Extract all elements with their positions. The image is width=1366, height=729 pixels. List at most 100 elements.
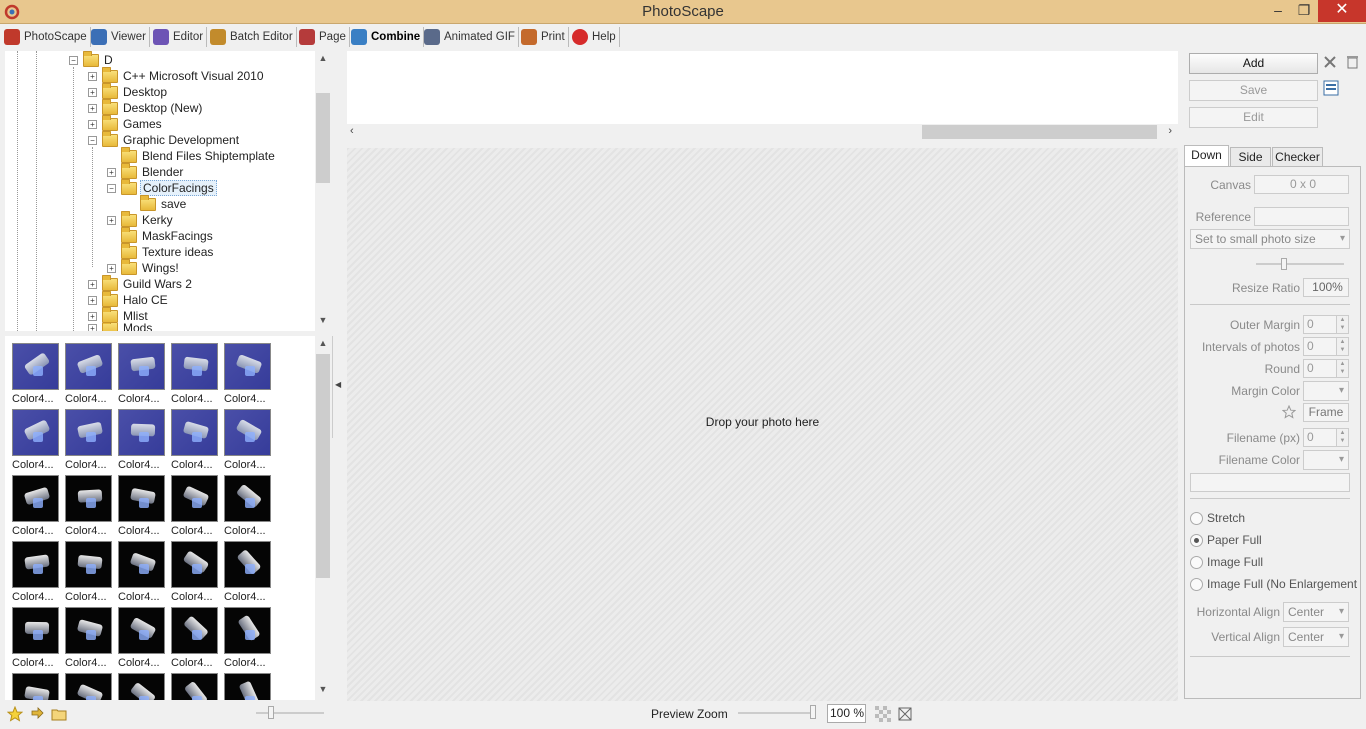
radio-image-full-no-enlargement[interactable]: Image Full (No Enlargement <box>1190 577 1362 591</box>
tab-editor[interactable]: Editor <box>153 27 208 47</box>
thumbnail-item[interactable]: Color4... <box>171 409 221 471</box>
radio-stretch[interactable]: Stretch <box>1190 511 1245 525</box>
thumbnail-item[interactable] <box>171 673 221 700</box>
collapse-toggle[interactable]: − <box>69 55 78 65</box>
intervals-field[interactable]: 0 <box>1303 337 1337 356</box>
thumbnail-item[interactable]: Color4... <box>12 475 62 537</box>
tree-item[interactable]: + C++ Microsoft Visual 2010 <box>88 66 266 84</box>
tree-item[interactable]: + Guild Wars 2 <box>88 274 194 292</box>
tab-combine[interactable]: Combine <box>351 27 425 47</box>
photo-strip[interactable] <box>347 51 1178 124</box>
tree-item[interactable]: + Desktop (New) <box>88 98 204 116</box>
tree-item-selected[interactable]: − ColorFacings <box>107 178 217 196</box>
radio-dot[interactable] <box>1190 555 1203 569</box>
radio-image-full[interactable]: Image Full <box>1190 555 1263 569</box>
photo-drop-area[interactable]: Drop your photo here <box>347 148 1178 701</box>
resize-slider-thumb[interactable] <box>1281 258 1287 270</box>
vertical-align-select[interactable]: Center ▾ <box>1283 627 1349 647</box>
maximize-button[interactable]: ❐ <box>1290 0 1318 22</box>
save-button[interactable]: Save <box>1189 80 1318 101</box>
thumbnail-item[interactable] <box>224 673 274 700</box>
thumbnail-item[interactable]: Color4... <box>224 607 274 669</box>
frame-button[interactable]: Frame <box>1303 403 1349 422</box>
scroll-right-icon[interactable]: › <box>1168 125 1172 137</box>
expand-toggle[interactable]: + <box>88 119 97 129</box>
thumbnail-item[interactable]: Color4... <box>224 409 274 471</box>
thumbnail-item[interactable]: Color4... <box>65 607 115 669</box>
expand-toggle[interactable]: + <box>107 215 116 225</box>
radio-dot[interactable] <box>1190 511 1203 525</box>
tab-down[interactable]: Down <box>1184 145 1229 167</box>
outer-margin-stepper[interactable]: ▲ ▼ <box>1337 315 1349 334</box>
collapse-left-icon[interactable]: ◀ <box>335 380 341 389</box>
list-view-icon[interactable] <box>1323 80 1339 96</box>
tab-batch-editor[interactable]: Batch Editor <box>210 27 297 47</box>
favorite-star-icon[interactable] <box>7 706 23 722</box>
scroll-thumb[interactable] <box>922 125 1157 139</box>
filename-px-field[interactable]: 0 <box>1303 428 1337 447</box>
strip-scrollbar[interactable]: ‹ › <box>347 124 1178 141</box>
canvas-size-field[interactable]: 0 x 0 <box>1254 175 1349 194</box>
tree-item[interactable]: + Desktop <box>88 82 169 100</box>
tree-item[interactable]: + Kerky <box>107 210 175 228</box>
expand-toggle[interactable]: + <box>88 71 97 81</box>
tab-side[interactable]: Side <box>1230 147 1271 167</box>
tree-scrollbar[interactable]: ▲ ▼ <box>315 51 331 331</box>
thumbnail-item[interactable]: Color4... <box>12 409 62 471</box>
tree-item[interactable]: Texture ideas <box>107 242 215 260</box>
collapse-toggle[interactable]: − <box>88 135 97 145</box>
tab-checker[interactable]: Checker <box>1272 147 1323 167</box>
thumbnail-item[interactable]: Color4... <box>12 343 62 405</box>
expand-toggle[interactable]: + <box>88 87 97 97</box>
tree-item[interactable]: + Mlist <box>88 306 150 324</box>
tree-item[interactable]: + Games <box>88 114 164 132</box>
filename-px-stepper[interactable]: ▲ ▼ <box>1337 428 1349 447</box>
thumbnail-item[interactable]: Color4... <box>224 475 274 537</box>
thumbnail-item[interactable] <box>12 673 62 700</box>
trash-icon[interactable] <box>1345 54 1360 69</box>
tab-photoscape[interactable]: PhotoScape <box>4 27 91 47</box>
radio-dot[interactable] <box>1190 577 1203 591</box>
filename-color-picker[interactable]: ▾ <box>1303 450 1349 470</box>
thumbnail-item[interactable]: Color4... <box>224 343 274 405</box>
thumbnail-item[interactable]: Color4... <box>171 607 221 669</box>
expand-toggle[interactable]: + <box>88 323 97 331</box>
resize-ratio-field[interactable]: 100% <box>1303 278 1349 297</box>
tree-item[interactable]: − Graphic Development <box>88 130 241 148</box>
thumbnail-item[interactable]: Color4... <box>12 541 62 603</box>
expand-toggle[interactable]: + <box>88 103 97 113</box>
expand-toggle[interactable]: + <box>107 167 116 177</box>
collapse-toggle[interactable]: − <box>107 183 116 193</box>
fit-screen-icon[interactable] <box>897 706 913 722</box>
expand-toggle[interactable]: + <box>107 263 116 273</box>
panel-splitter[interactable]: ◀ <box>332 336 344 438</box>
close-button[interactable]: ✕ <box>1318 0 1366 22</box>
thumbnail-item[interactable]: Color4... <box>171 475 221 537</box>
thumbnail-item[interactable] <box>118 673 168 700</box>
tree-item[interactable]: + Mods <box>88 323 154 331</box>
expand-toggle[interactable]: + <box>88 279 97 289</box>
preview-zoom-slider-thumb[interactable] <box>810 705 816 719</box>
preview-zoom-slider-track[interactable] <box>738 712 816 714</box>
edit-button[interactable]: Edit <box>1189 107 1318 128</box>
reference-field[interactable] <box>1254 207 1349 226</box>
expand-toggle[interactable]: + <box>88 295 97 305</box>
tree-item[interactable]: MaskFacings <box>107 226 215 244</box>
add-button[interactable]: Add <box>1189 53 1318 74</box>
thumbnail-scrollbar[interactable]: ▲ ▼ <box>315 336 331 700</box>
thumbnail-item[interactable]: Color4... <box>65 475 115 537</box>
star-icon[interactable] <box>1282 405 1296 419</box>
tree-item[interactable]: save <box>126 194 188 212</box>
radio-dot[interactable] <box>1190 533 1203 547</box>
folder-tree[interactable]: − D + C++ Microsoft Visual 2010 + Desktop +… <box>5 51 315 331</box>
expand-toggle[interactable]: + <box>88 311 97 321</box>
tree-item[interactable]: − D <box>69 51 115 68</box>
checkerboard-icon[interactable] <box>875 706 891 722</box>
tab-animated-gif[interactable]: Animated GIF <box>424 27 519 47</box>
scroll-thumb[interactable] <box>316 93 330 183</box>
thumbnail-size-slider-thumb[interactable] <box>268 706 274 719</box>
scroll-up-icon[interactable]: ▲ <box>315 338 331 352</box>
intervals-stepper[interactable]: ▲ ▼ <box>1337 337 1349 356</box>
thumbnail-item[interactable]: Color4... <box>118 343 168 405</box>
thumbnail-size-slider-track[interactable] <box>256 712 324 714</box>
